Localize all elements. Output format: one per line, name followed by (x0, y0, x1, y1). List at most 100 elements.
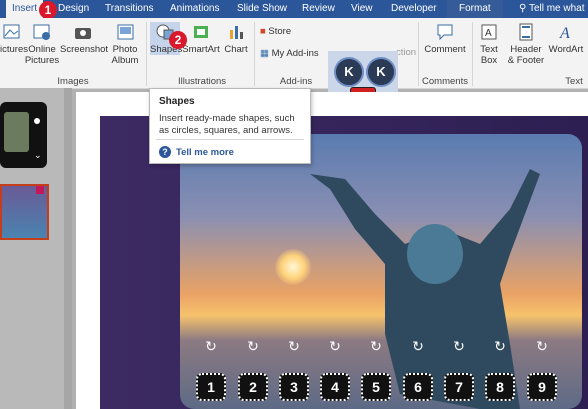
number-shape-1[interactable]: 1 (196, 373, 226, 401)
tooltip-title: Shapes (159, 96, 195, 107)
comment-label: Comment (424, 44, 466, 55)
text-box-label: Text Box (480, 44, 498, 66)
tab-design[interactable]: Design (58, 3, 89, 14)
person-silhouette-image (310, 169, 540, 409)
header-footer-button[interactable]: Header & Footer (506, 22, 546, 66)
ribbon: ictures Online Pictures Screenshot Photo… (0, 18, 588, 89)
divider (146, 22, 147, 86)
wordart-button[interactable]: A WordArt (548, 22, 584, 55)
store-label: Store (268, 26, 292, 37)
number-shape-5[interactable]: 5 (361, 373, 391, 401)
pictures-icon (3, 24, 20, 39)
my-addins-label: My Add-ins (271, 48, 319, 59)
comments-group-label: Comments (422, 76, 468, 87)
smartart-label: SmartArt (182, 44, 220, 55)
photo-album-label: Photo Album (111, 44, 139, 66)
thumbnail-image (4, 112, 29, 152)
text-box-icon: A (481, 24, 497, 40)
screenshot-label: Screenshot (60, 44, 109, 55)
header-footer-label: Header & Footer (507, 44, 545, 66)
number-shape-6[interactable]: 6 (403, 373, 433, 401)
pictures-button[interactable]: ictures (0, 22, 28, 55)
number-shape-7[interactable]: 7 (444, 373, 474, 401)
tell-me-more-link[interactable]: ? Tell me more (159, 146, 234, 158)
photo-album-icon (117, 24, 134, 40)
tab-transitions[interactable]: Transitions (105, 3, 154, 14)
addin-k-icon[interactable]: K (366, 57, 396, 87)
tab-animations[interactable]: Animations (170, 3, 219, 14)
tooltip-description: Insert ready-made shapes, such as circle… (159, 113, 295, 136)
number-shape-2[interactable]: 2 (238, 373, 268, 401)
comment-icon (437, 24, 453, 41)
online-pictures-label: Online Pictures (24, 44, 60, 66)
tab-insert[interactable]: Insert (6, 0, 44, 18)
wordart-icon: A (559, 25, 570, 42)
number-shape-4[interactable]: 4 (320, 373, 350, 401)
shapes-tooltip: Shapes Insert ready-made shapes, such as… (149, 88, 311, 164)
sunset-photo[interactable] (180, 134, 582, 409)
store-button[interactable]: ■ Store (260, 26, 291, 37)
rotate-handle-icon[interactable]: ↻ (246, 339, 260, 353)
online-pictures-button[interactable]: Online Pictures (24, 22, 60, 66)
header-footer-icon (519, 23, 533, 41)
tell-me-more-label: Tell me more (176, 147, 234, 158)
svg-text:A: A (559, 25, 570, 42)
camera-icon (75, 28, 91, 39)
thumbnail-dot (34, 118, 40, 124)
step-badge-2: 2 (169, 31, 187, 49)
pane-splitter[interactable] (64, 88, 72, 409)
tab-review[interactable]: Review (302, 3, 335, 14)
tab-format[interactable]: Format (447, 0, 503, 18)
number-shape-8[interactable]: 8 (485, 373, 515, 401)
rotate-handle-icon[interactable]: ↻ (411, 339, 425, 353)
addin-k-icon[interactable]: K (334, 57, 364, 87)
number-shape-9[interactable]: 9 (527, 373, 557, 401)
tab-developer[interactable]: Developer (391, 3, 437, 14)
smartart-button[interactable]: SmartArt (182, 22, 220, 55)
tell-me-search[interactable]: ⚲ Tell me what (519, 3, 585, 14)
help-icon: ? (159, 146, 171, 158)
rotate-handle-icon[interactable]: ↻ (535, 339, 549, 353)
rotate-handle-icon[interactable]: ↻ (369, 339, 383, 353)
online-pictures-icon (33, 24, 50, 40)
chevron-down-icon: ⌄ (34, 150, 42, 160)
tab-slide-show[interactable]: Slide Show (237, 3, 287, 14)
step-badge-1: 1 (39, 1, 57, 19)
rotate-handle-icon[interactable]: ↻ (287, 339, 301, 353)
screenshot-button[interactable]: Screenshot (60, 22, 109, 55)
wordart-label: WordArt (548, 44, 584, 55)
slide-thumbnail-pane: ⌄ (0, 88, 64, 409)
thumbnail-marker (36, 186, 44, 194)
rotate-handle-icon[interactable]: ↻ (452, 339, 466, 353)
ribbon-tab-bar: Insert Design Transitions Animations Sli… (0, 0, 588, 18)
divider (472, 22, 473, 86)
text-group-label: Text (565, 76, 583, 87)
chart-label: Chart (224, 44, 248, 55)
images-group-label: Images (57, 76, 89, 87)
divider (254, 22, 255, 86)
tell-me-label: Tell me what (528, 3, 585, 14)
slide-thumbnail-1[interactable]: ⌄ (0, 102, 47, 168)
divider (418, 22, 419, 86)
smartart-icon (194, 26, 208, 38)
photo-album-button[interactable]: Photo Album (108, 22, 142, 66)
slide-thumbnail-2[interactable] (0, 184, 49, 240)
action-button[interactable]: ction (396, 47, 416, 58)
number-shape-3[interactable]: 3 (279, 373, 309, 401)
chart-icon (230, 26, 243, 39)
tab-view[interactable]: View (351, 3, 373, 14)
tooltip-divider (156, 139, 304, 140)
rotate-handle-icon[interactable]: ↻ (204, 339, 218, 353)
illustrations-group-label: Illustrations (177, 76, 227, 87)
text-box-button[interactable]: A Text Box (476, 22, 502, 66)
addins-icon: ▦ (260, 48, 269, 59)
comment-button[interactable]: Comment (422, 22, 468, 55)
store-icon: ■ (260, 26, 266, 37)
my-addins-button[interactable]: ▦ My Add-ins (260, 48, 319, 59)
lightbulb-icon: ⚲ (519, 3, 527, 14)
svg-text:A: A (485, 28, 492, 39)
rotate-handle-icon[interactable]: ↻ (328, 339, 342, 353)
addins-group-label: Add-ins (279, 76, 313, 87)
chart-button[interactable]: Chart (222, 22, 250, 55)
rotate-handle-icon[interactable]: ↻ (493, 339, 507, 353)
